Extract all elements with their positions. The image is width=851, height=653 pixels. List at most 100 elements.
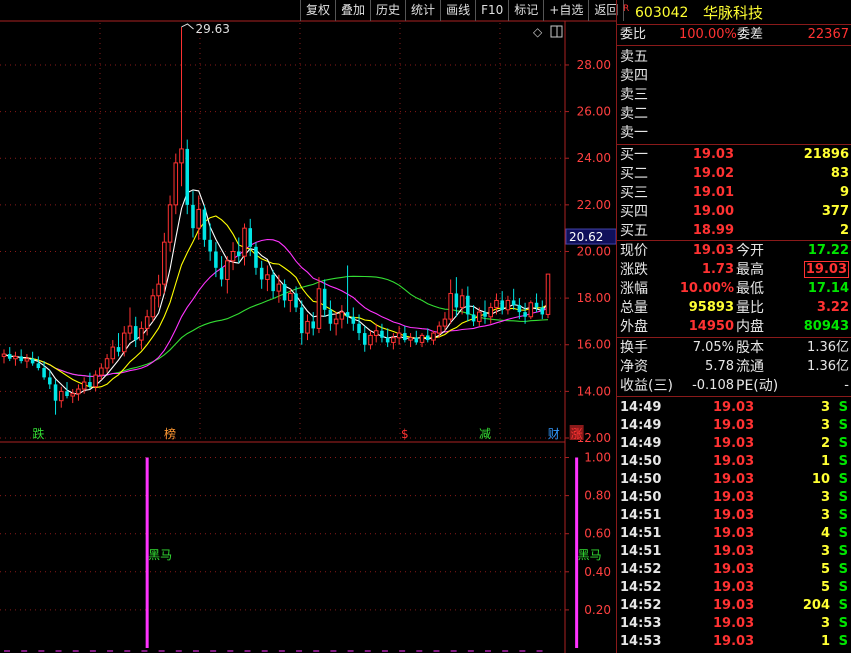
- toolbar-button-5[interactable]: F10: [476, 0, 510, 21]
- toolbar-button-7[interactable]: +自选: [544, 0, 590, 21]
- candle: [403, 326, 407, 343]
- tick-volume: 5: [820, 580, 830, 595]
- bid-price: 19.01: [692, 185, 734, 200]
- quote-value: 17.14: [807, 281, 849, 296]
- toolbar-button-3[interactable]: 统计: [406, 0, 442, 21]
- kline-chart[interactable]: 29.63 12.0014.0016.0018.0020.0022.0024.0…: [0, 0, 616, 653]
- candle: [373, 323, 379, 343]
- tick-side: S: [838, 544, 848, 559]
- quote-value: 3.22: [816, 300, 849, 315]
- price-tick-label: 20.00: [577, 244, 611, 258]
- price-axis: 12.0014.0016.0018.0020.0022.0024.0026.00…: [565, 58, 616, 617]
- indicator-tick-label: 0.20: [584, 603, 611, 617]
- candle: [483, 300, 487, 324]
- fin-value: 7.05%: [692, 340, 734, 355]
- price-tick-label: 22.00: [577, 198, 611, 212]
- quote-row-2: 涨幅 10.00% 最低 17.14: [617, 280, 851, 298]
- tick-row: 14:49 19.03 2 S: [617, 435, 851, 453]
- stock-name: 华脉科技: [703, 4, 764, 22]
- bid-volume: 9: [839, 185, 849, 200]
- moving-averages: [3, 189, 549, 395]
- candle: [185, 139, 190, 215]
- tick-side: S: [838, 580, 848, 595]
- tick-row: 14:52 19.03 5 S: [617, 561, 851, 579]
- bid-label: 买一: [620, 147, 648, 163]
- tick-price: 19.03: [713, 418, 755, 433]
- tick-row: 14:50 19.03 3 S: [617, 489, 851, 507]
- candle: [104, 354, 110, 373]
- fin-label: PE(动): [736, 378, 779, 394]
- wb-row: 委比 100.00% 委差 22367: [620, 27, 849, 42]
- event-marker[interactable]: 榜: [164, 426, 176, 441]
- toolbar-button-0[interactable]: 复权: [301, 0, 337, 21]
- tick-time: 14:50: [620, 454, 662, 469]
- event-marker[interactable]: 跌: [32, 426, 44, 441]
- tick-volume: 3: [820, 544, 830, 559]
- tick-side: S: [838, 526, 848, 541]
- bid-level-2: 买二 19.02 83: [617, 165, 851, 183]
- event-marker[interactable]: 财: [548, 427, 560, 441]
- candle: [99, 363, 104, 380]
- tick-time: 14:49: [620, 418, 662, 433]
- diamond-icon[interactable]: ◇: [533, 25, 543, 39]
- quote-label: 最高: [736, 262, 764, 278]
- fin-value: -0.108: [692, 378, 734, 393]
- bid-label: 买二: [620, 166, 648, 182]
- price-tick-label: 18.00: [577, 291, 611, 305]
- toolbar-button-6[interactable]: 标记: [509, 0, 545, 21]
- indicator-pane: 黑马 黑马: [4, 457, 602, 652]
- tick-price: 19.03: [713, 562, 755, 577]
- candle: [442, 312, 448, 331]
- quote-label: 量比: [736, 300, 764, 316]
- tick-side: S: [838, 418, 848, 433]
- candle: [116, 333, 121, 357]
- chart-toolbar: 复权 叠加 历史 统计 画线 F10 标记 +自选 返回: [300, 0, 625, 21]
- candle: [173, 153, 179, 215]
- tick-volume: 3: [820, 490, 830, 505]
- candle: [13, 351, 18, 366]
- candle: [528, 300, 534, 320]
- candle: [408, 333, 413, 348]
- candle: [448, 279, 453, 324]
- tick-row: 14:50 19.03 10 S: [617, 471, 851, 489]
- candle: [230, 242, 236, 271]
- candle: [36, 356, 41, 371]
- toolbar-button-4[interactable]: 画线: [441, 0, 477, 21]
- toolbar-button-1[interactable]: 叠加: [336, 0, 372, 21]
- bid-label: 买三: [620, 185, 648, 201]
- price-tick-label: 28.00: [577, 58, 611, 72]
- quote-value: 19.03: [803, 261, 849, 278]
- candle: [219, 256, 224, 287]
- candle: [237, 237, 241, 264]
- candle: [1, 349, 7, 364]
- candle: [259, 260, 264, 289]
- tick-price: 19.03: [713, 436, 755, 451]
- event-marker[interactable]: 减: [479, 427, 491, 441]
- tick-side: S: [838, 508, 848, 523]
- tick-price: 19.03: [713, 580, 755, 595]
- candle: [505, 295, 511, 315]
- ask-label: 卖三: [620, 87, 648, 103]
- tick-row: 14:49 19.03 3 S: [617, 417, 851, 435]
- toolbar-button-2[interactable]: 历史: [371, 0, 407, 21]
- r-flag: R: [623, 4, 630, 14]
- quote-label: 现价: [620, 243, 648, 259]
- event-marker[interactable]: $: [401, 427, 409, 441]
- price-tick-label: 24.00: [577, 151, 611, 165]
- candle: [70, 389, 75, 404]
- peak-price-label: 29.63: [196, 22, 230, 36]
- fin-row-2: 收益(三) -0.108 PE(动) -: [617, 377, 851, 395]
- candle: [339, 305, 345, 329]
- event-marker[interactable]: 涨: [571, 426, 583, 441]
- candle: [110, 340, 116, 364]
- stock-code: 603042: [635, 5, 689, 21]
- candle: [191, 190, 195, 238]
- ask-label: 卖一: [620, 125, 648, 141]
- candle: [30, 351, 35, 366]
- quote-value: 1.73: [701, 262, 734, 277]
- tick-row: 14:52 19.03 204 S: [617, 597, 851, 615]
- fin-value: 1.36亿: [807, 359, 849, 374]
- candle: [488, 302, 494, 324]
- candle: [225, 256, 230, 294]
- tick-side: S: [838, 400, 848, 415]
